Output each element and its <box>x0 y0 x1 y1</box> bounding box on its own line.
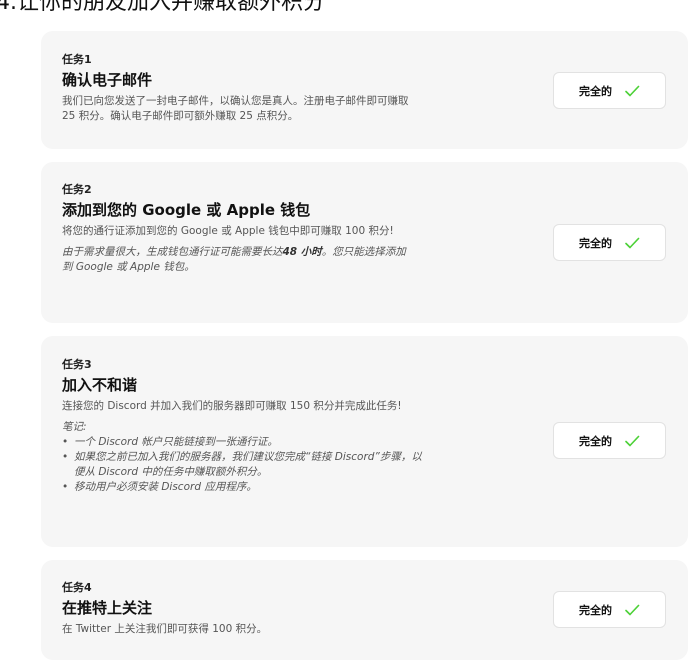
task-description: 连接您的 Discord 并加入我们的服务器即可赚取 150 积分并完成此任务! <box>62 400 402 412</box>
task-card-twitter: 任务4 在推特上关注 在 Twitter 上关注我们即可获得 100 积分。 完… <box>41 560 688 660</box>
done-label: 完全的 <box>579 434 612 448</box>
task-number: 任务1 <box>62 53 92 66</box>
task-description: 我们已向您发送了一封电子邮件，以确认您是真人。注册电子邮件即可赚取 25 积分。… <box>62 95 409 122</box>
task-4-done-button[interactable]: 完全的 <box>553 591 666 628</box>
done-label: 完全的 <box>579 84 612 98</box>
task-number: 任务3 <box>62 358 92 371</box>
check-icon <box>625 237 640 248</box>
task-description: 将您的通行证添加到您的 Google 或 Apple 钱包中即可赚取 100 积… <box>62 225 394 237</box>
section-heading: 4.让你的朋友加入并赚取额外积分 <box>0 0 325 15</box>
task-title: 添加到您的 Google 或 Apple 钱包 <box>62 201 311 219</box>
wallet-notice: 由于需求量很大，生成钱包通行证可能需要长达48 小时。您只能选择添加到 Goog… <box>62 246 406 273</box>
task-card-discord: 任务3 加入不和谐 连接您的 Discord 并加入我们的服务器即可赚取 150… <box>41 336 688 547</box>
wallet-notice-bold: 48 小时 <box>282 246 322 258</box>
check-icon <box>625 604 640 615</box>
task-number: 任务2 <box>62 183 92 196</box>
check-icon <box>625 435 640 446</box>
check-icon <box>625 85 640 96</box>
done-label: 完全的 <box>579 603 612 617</box>
done-label: 完全的 <box>579 236 612 250</box>
note-item: 移动用户必须安装 Discord 应用程序。 <box>62 480 432 495</box>
note-item: 如果您之前已加入我们的服务器，我们建议您完成“链接 Discord”步骤，以便从… <box>62 450 432 480</box>
task-1-done-button[interactable]: 完全的 <box>553 72 666 109</box>
task-card-email: 任务1 确认电子邮件 我们已向您发送了一封电子邮件，以确认您是真人。注册电子邮件… <box>41 31 688 149</box>
task-3-done-button[interactable]: 完全的 <box>553 422 666 459</box>
task-card-wallet: 任务2 添加到您的 Google 或 Apple 钱包 将您的通行证添加到您的 … <box>41 162 688 323</box>
notes-list: 一个 Discord 帐户只能链接到一张通行证。 如果您之前已加入我们的服务器，… <box>62 435 432 495</box>
note-item: 一个 Discord 帐户只能链接到一张通行证。 <box>62 435 432 450</box>
task-2-done-button[interactable]: 完全的 <box>553 224 666 261</box>
task-title: 加入不和谐 <box>62 376 138 394</box>
task-description: 在 Twitter 上关注我们即可获得 100 积分。 <box>62 623 268 635</box>
